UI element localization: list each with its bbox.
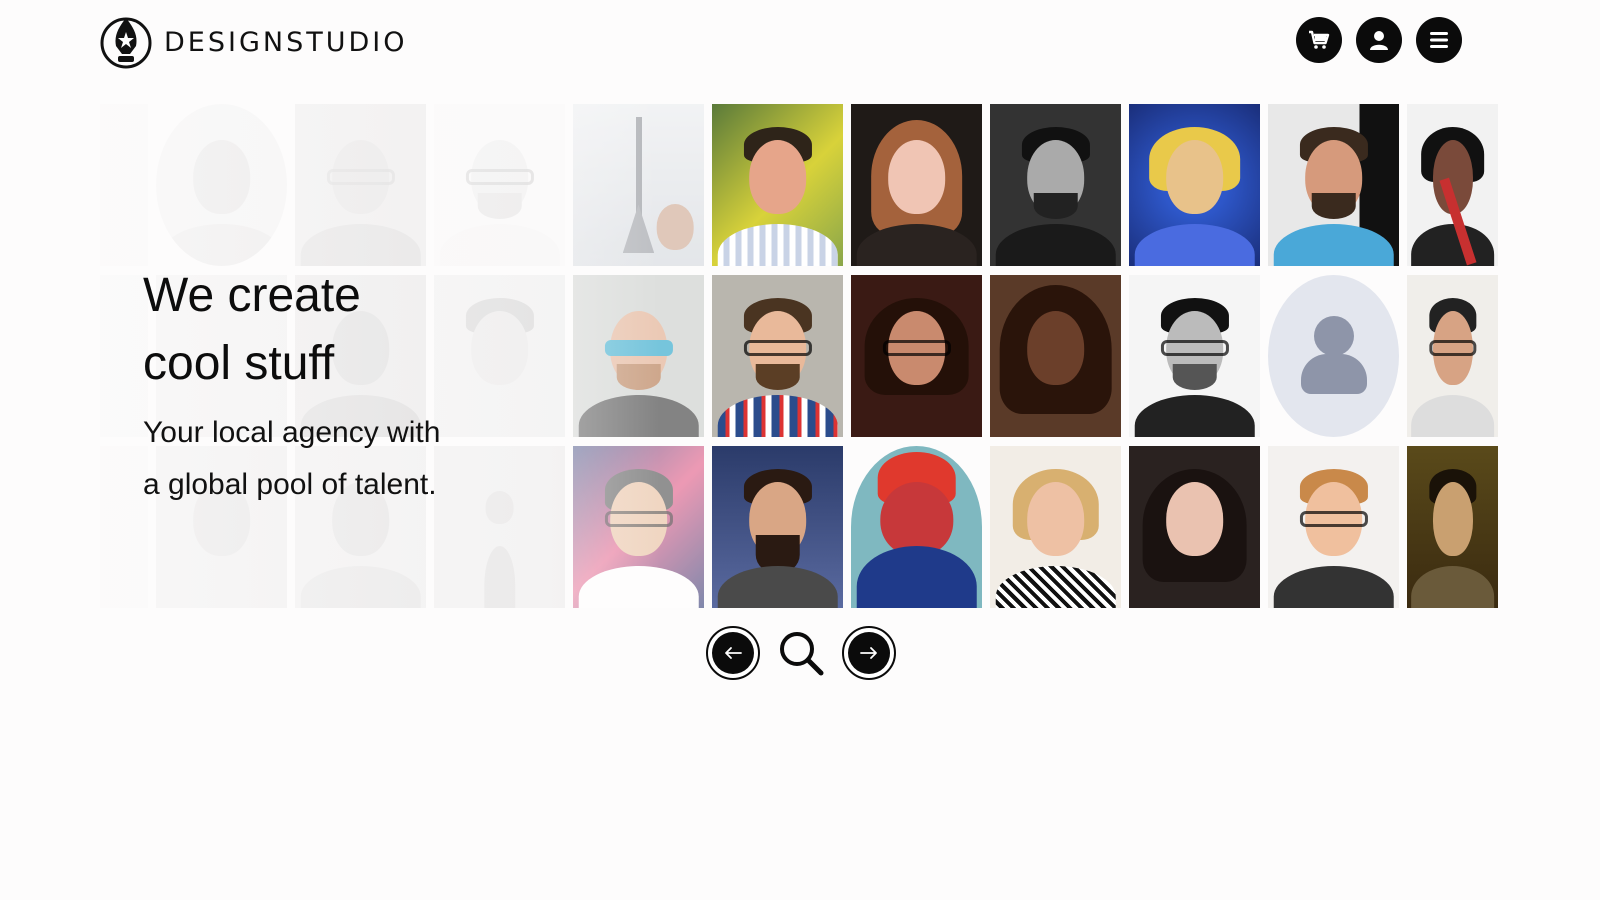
carousel-controls [706,626,896,680]
talent-photo[interactable] [1129,104,1260,266]
talent-photo[interactable] [712,446,843,608]
talent-photo[interactable] [573,446,704,608]
talent-photo[interactable] [100,104,148,266]
hero-subtitle-line-1: Your local agency with [143,416,441,449]
default-user-icon [1313,315,1354,356]
search-icon [780,632,824,676]
talent-photo[interactable] [295,104,426,266]
talent-photo[interactable] [1407,446,1498,608]
hero-title-line-1: We create [143,269,361,322]
pen-nib-logo-icon [100,17,152,69]
account-button[interactable] [1356,17,1402,63]
placeholder-avatar[interactable] [1268,275,1399,437]
header-actions [1296,17,1462,63]
talent-photo[interactable] [100,446,148,608]
talent-photo[interactable] [573,275,704,437]
hero-subtitle-line-2: a global pool of talent. [143,468,437,501]
cart-button[interactable] [1296,17,1342,63]
user-icon [1370,31,1388,50]
talent-photo[interactable] [1268,446,1399,608]
site-header: DESIGNSTUDIO [0,0,1600,90]
talent-photo[interactable] [573,104,704,266]
previous-button[interactable] [706,626,760,680]
talent-photo[interactable] [990,104,1121,266]
talent-photo[interactable] [100,275,148,437]
talent-photo[interactable] [1268,104,1399,266]
arrow-left-icon [725,647,742,659]
search-button[interactable] [776,628,826,678]
menu-button[interactable] [1416,17,1462,63]
brand-logo-link[interactable]: DESIGNSTUDIO [100,14,407,70]
talent-photo[interactable] [851,275,982,437]
hero-title: We create cool stuff [143,262,563,398]
cart-icon [1309,30,1330,49]
talent-photo[interactable] [1407,275,1498,437]
talent-photo[interactable] [1129,446,1260,608]
talent-photo[interactable] [712,104,843,266]
talent-photo[interactable] [434,104,565,266]
talent-photo[interactable] [712,275,843,437]
hamburger-menu-icon [1430,32,1448,48]
talent-photo[interactable] [1129,275,1260,437]
talent-photo[interactable] [990,446,1121,608]
brand-name: DESIGNSTUDIO [164,26,408,58]
hero-subtitle: Your local agency with a global pool of … [143,407,503,511]
talent-photo[interactable] [990,275,1121,437]
talent-photo[interactable] [851,104,982,266]
arrow-right-icon [860,647,877,659]
talent-photo[interactable] [156,104,287,266]
talent-photo[interactable] [1407,104,1498,266]
talent-photo[interactable] [851,446,982,608]
hero-title-line-2: cool stuff [143,337,335,390]
next-button[interactable] [842,626,896,680]
